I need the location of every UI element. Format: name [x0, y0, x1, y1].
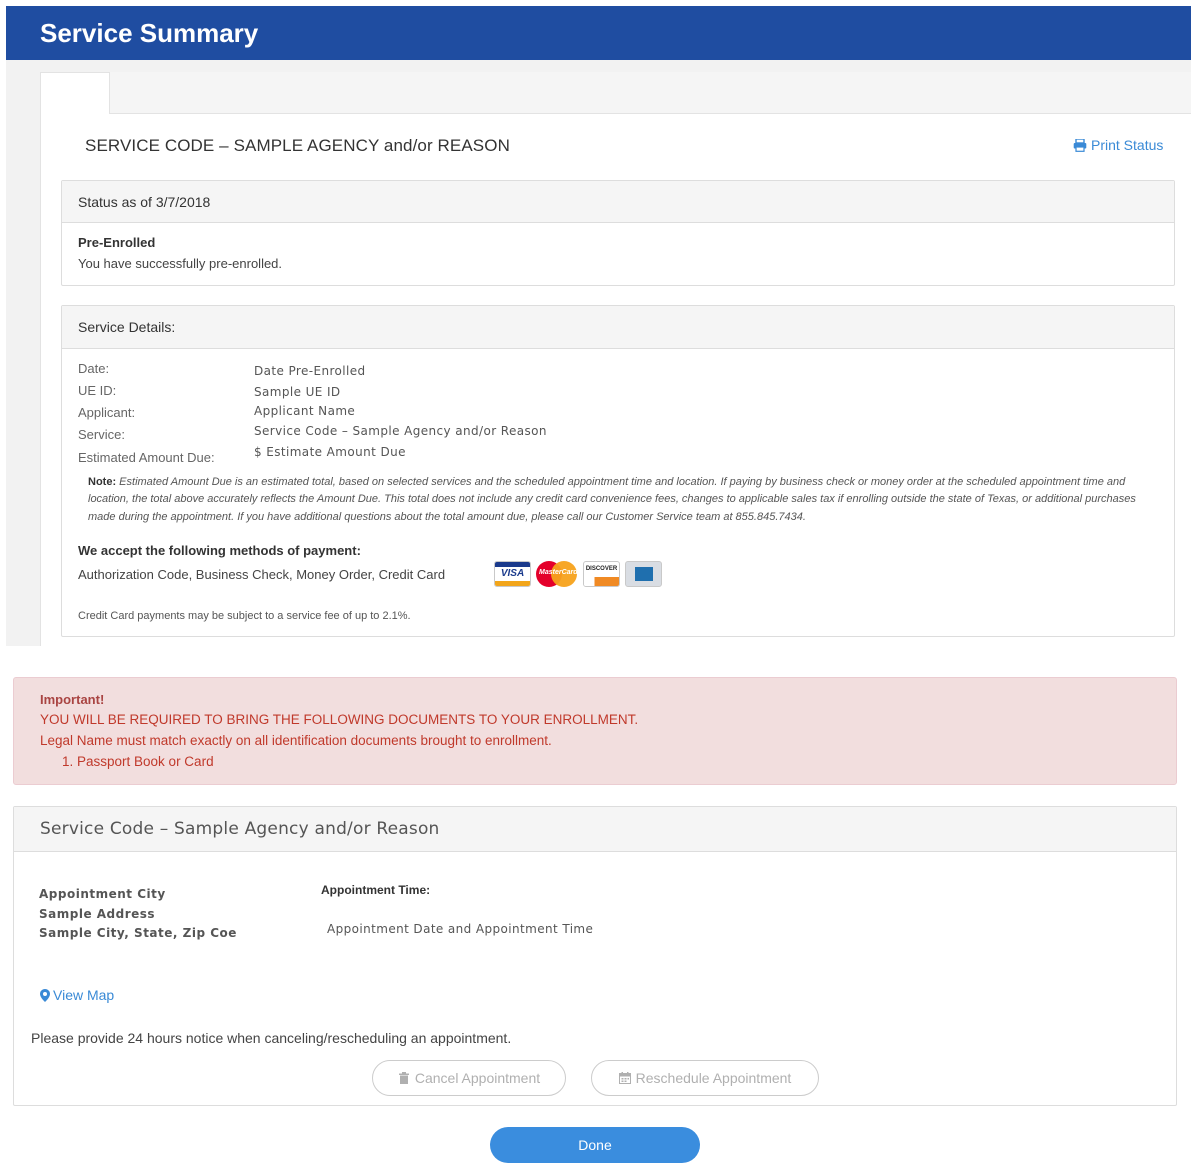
- appointment-city: Appointment City: [39, 887, 166, 901]
- alert-document-item: 1. Passport Book or Card: [62, 754, 214, 769]
- alert-legal-name: Legal Name must match exactly on all ide…: [40, 733, 552, 748]
- credit-card-fee-text: Credit Card payments may be subject to a…: [78, 610, 411, 622]
- tab-strip: [110, 72, 1191, 114]
- reschedule-appointment-label: Reschedule Appointment: [635, 1070, 792, 1086]
- discover-text: DISCOVER: [585, 566, 618, 572]
- print-status-link[interactable]: Print Status: [1073, 137, 1163, 153]
- appointment-time-label: Appointment Time:: [321, 883, 431, 897]
- note-text: Estimated Amount Due is an estimated tot…: [88, 476, 1136, 523]
- appointment-heading: Service Code – Sample Agency and/or Reas…: [14, 807, 1176, 852]
- payment-heading: We accept the following methods of payme…: [78, 543, 361, 558]
- appointment-time-value: Appointment Date and Appointment Time: [327, 922, 594, 936]
- amex-card-icon: [625, 561, 662, 587]
- applicant-value: Applicant Name: [254, 404, 356, 418]
- ue-id-label: UE ID:: [78, 383, 117, 398]
- done-button[interactable]: Done: [490, 1127, 700, 1163]
- page-header: Service Summary: [6, 6, 1191, 60]
- service-details-heading: Service Details:: [62, 306, 1174, 349]
- status-panel: Status as of 3/7/2018 Pre-Enrolled You h…: [61, 180, 1175, 286]
- service-value: Service Code – Sample Agency and/or Reas…: [254, 424, 547, 438]
- appointment-city-state-zip: Sample City, State, Zip Coe: [39, 926, 237, 940]
- service-details-panel: Service Details: Date: Date Pre-Enrolled…: [61, 305, 1175, 637]
- reschedule-appointment-button[interactable]: Reschedule Appointment: [591, 1060, 819, 1096]
- service-title: SERVICE CODE – SAMPLE AGENCY and/or REAS…: [85, 136, 510, 155]
- status-state: Pre-Enrolled: [78, 235, 156, 250]
- cancel-appointment-label: Cancel Appointment: [414, 1070, 541, 1086]
- mastercard-card-icon: MasterCard: [536, 561, 578, 587]
- printer-icon: [1073, 138, 1087, 152]
- cancellation-notice: Please provide 24 hours notice when canc…: [31, 1030, 512, 1046]
- page-title: Service Summary: [40, 18, 259, 48]
- mastercard-text: MasterCard: [539, 569, 578, 576]
- estimated-amount-label: Estimated Amount Due:: [78, 450, 215, 465]
- appointment-address: Sample Address: [39, 907, 156, 921]
- cancel-appointment-button[interactable]: Cancel Appointment: [372, 1060, 566, 1096]
- alert-title: Important!: [40, 692, 105, 707]
- map-marker-icon: [40, 988, 50, 1002]
- appointment-panel: Service Code – Sample Agency and/or Reas…: [13, 806, 1177, 1106]
- view-map-label: View Map: [53, 987, 115, 1003]
- tab-active[interactable]: [40, 72, 110, 116]
- visa-card-icon: VISA: [494, 561, 531, 587]
- status-message: You have successfully pre-enrolled.: [78, 256, 283, 271]
- view-map-link[interactable]: View Map: [40, 987, 114, 1003]
- date-label: Date:: [78, 361, 110, 376]
- important-alert: Important! YOU WILL BE REQUIRED TO BRING…: [13, 677, 1177, 785]
- trash-icon: [398, 1072, 409, 1084]
- estimated-amount-value: $ Estimate Amount Due: [254, 445, 406, 459]
- applicant-label: Applicant:: [78, 405, 136, 420]
- calendar-icon: [618, 1072, 631, 1084]
- ue-id-value: Sample UE ID: [254, 385, 341, 399]
- status-heading: Status as of 3/7/2018: [62, 181, 1174, 223]
- payment-methods: Authorization Code, Business Check, Mone…: [78, 567, 446, 582]
- estimate-note: Note: Estimated Amount Due is an estimat…: [88, 474, 1148, 526]
- service-summary-page: Service Summary SERVICE CODE – SAMPLE AG…: [0, 0, 1191, 1163]
- discover-card-icon: DISCOVER: [583, 561, 620, 587]
- card-logos: VISA MasterCard DISCOVER: [494, 561, 662, 587]
- alert-required-docs: YOU WILL BE REQUIRED TO BRING THE FOLLOW…: [40, 712, 639, 727]
- print-status-label: Print Status: [1091, 137, 1164, 153]
- visa-text: VISA: [500, 568, 525, 579]
- service-label: Service:: [78, 427, 125, 442]
- note-label: Note:: [88, 476, 117, 488]
- date-value: Date Pre-Enrolled: [254, 364, 366, 378]
